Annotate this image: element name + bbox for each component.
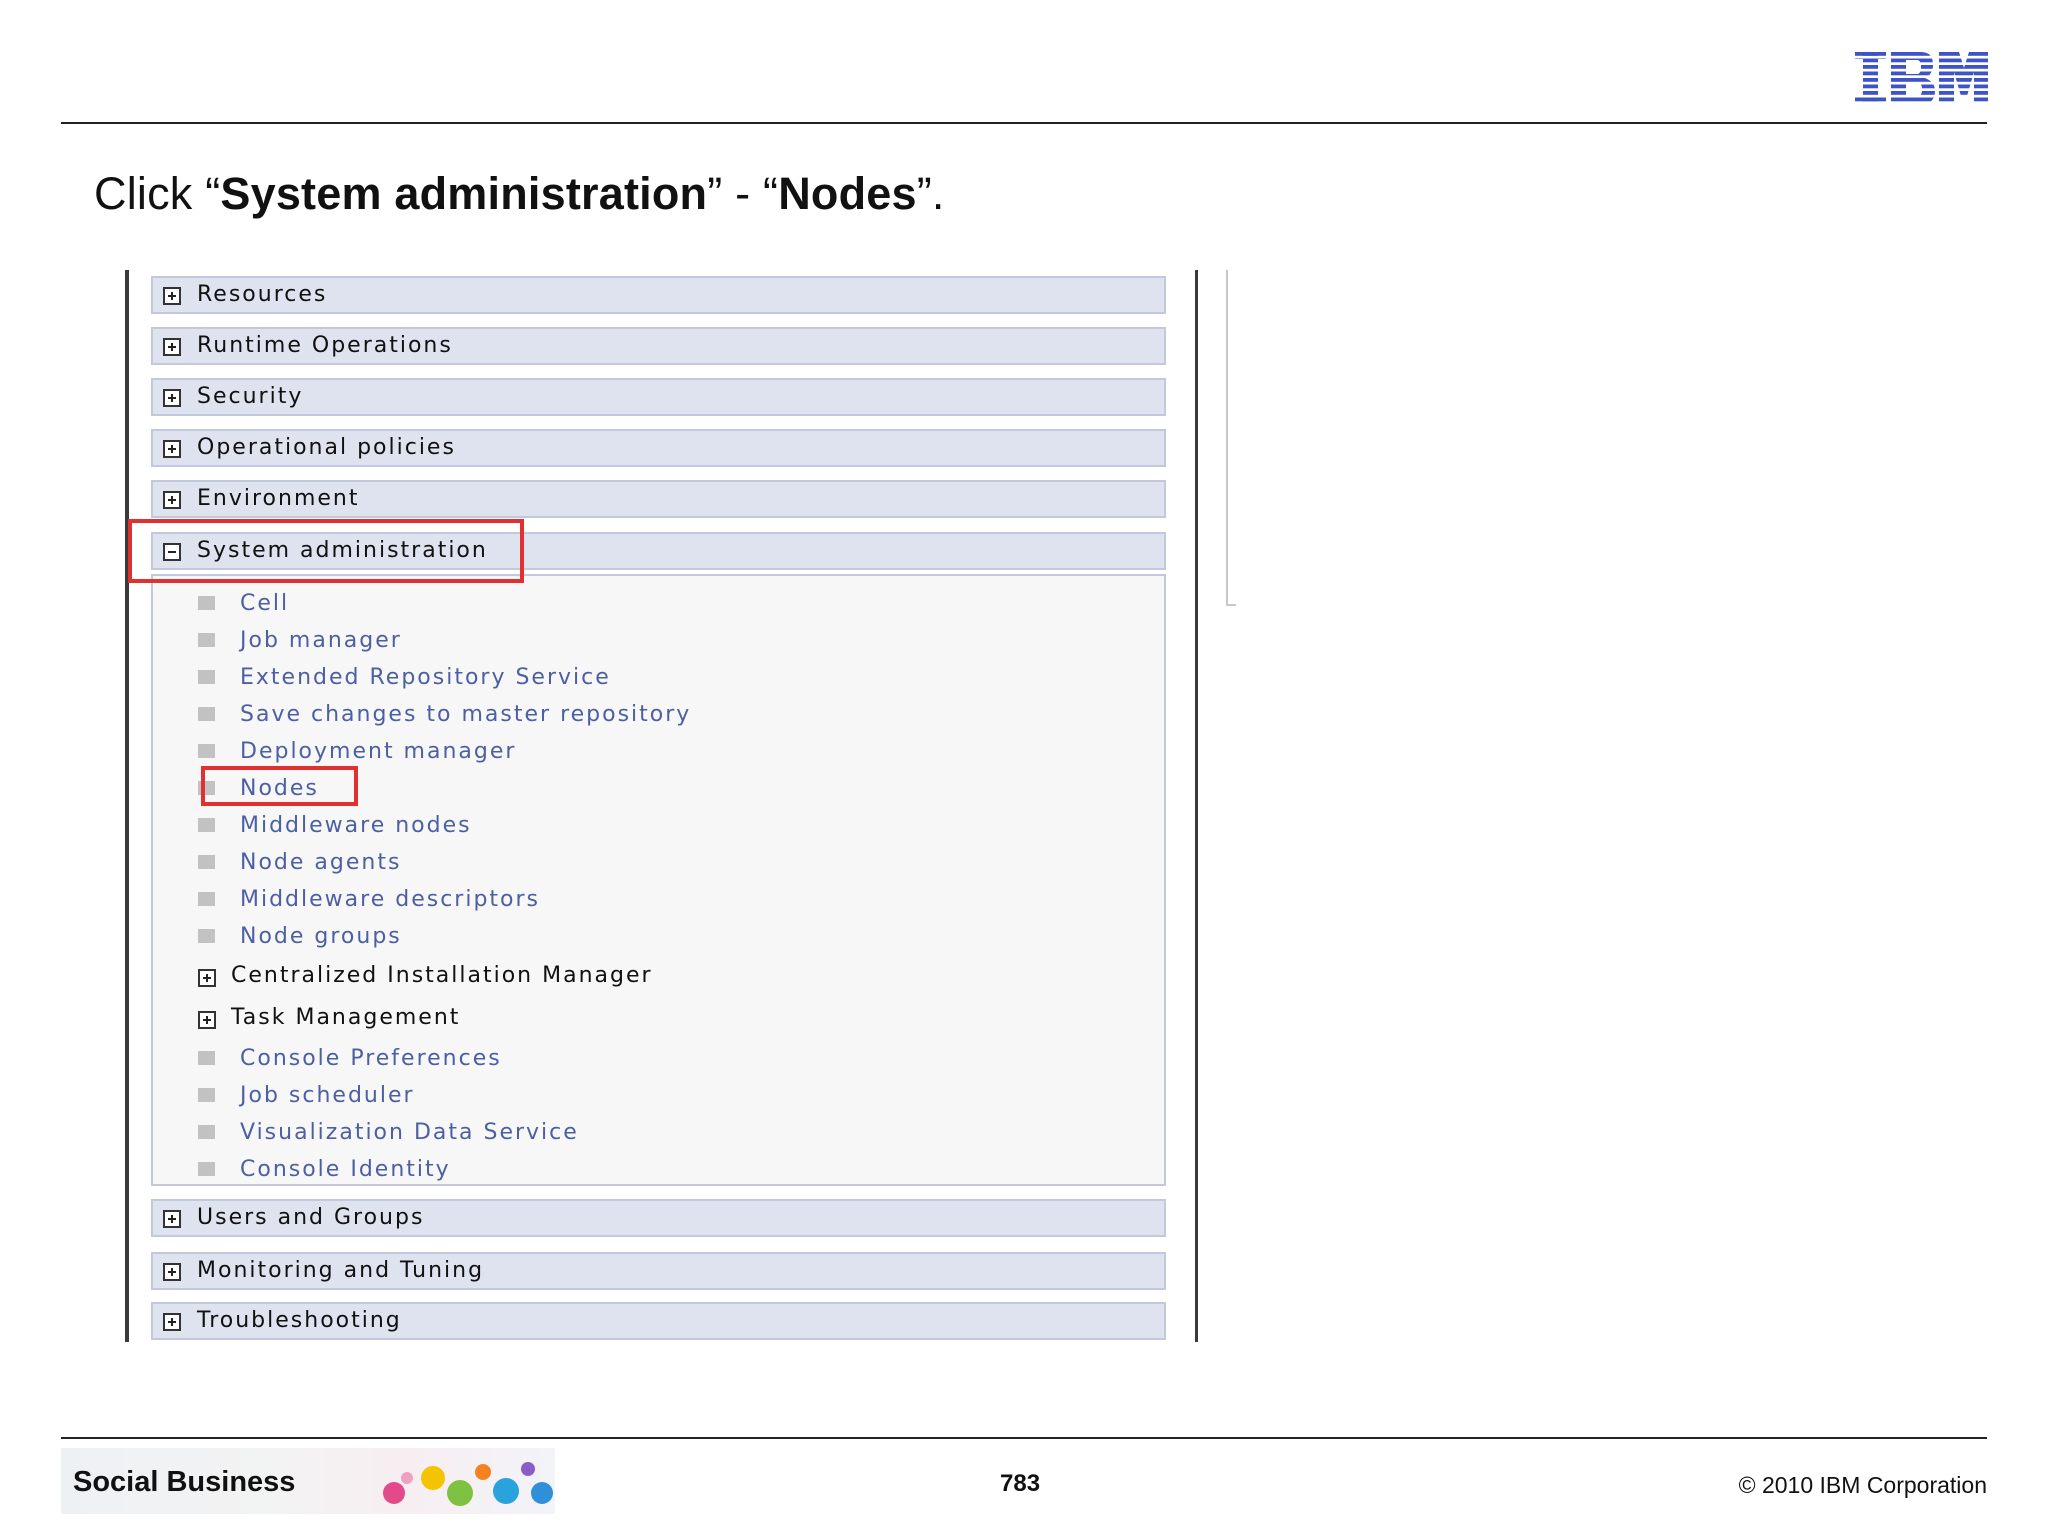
nav-link-label[interactable]: Save changes to master repository	[240, 700, 691, 730]
bullet-icon	[198, 929, 215, 943]
nav-section-label: Users and Groups	[197, 1205, 425, 1230]
bullet-icon	[198, 892, 215, 906]
nav-section-label: Monitoring and Tuning	[197, 1258, 485, 1283]
nav-link-label[interactable]: Cell	[240, 589, 289, 619]
page-number: 783	[1000, 1470, 1041, 1497]
nav-link-label[interactable]: Job manager	[240, 626, 402, 656]
scrollbar-end	[1226, 604, 1236, 606]
nav-section-resources[interactable]: Resources	[151, 276, 1166, 314]
decor-dot	[401, 1472, 413, 1484]
nav-group-label: Task Management	[231, 1005, 461, 1030]
decor-dot	[521, 1462, 535, 1476]
bullet-icon	[198, 633, 215, 647]
bullet-icon	[198, 818, 215, 832]
highlight-system-administration	[128, 519, 524, 583]
nav-section-security[interactable]: Security	[151, 378, 1166, 416]
nav-section-monitoring-and-tuning[interactable]: Monitoring and Tuning	[151, 1252, 1166, 1290]
nav-section-troubleshooting[interactable]: Troubleshooting	[151, 1302, 1166, 1340]
nav-section-label: Environment	[197, 486, 360, 511]
nav-section-operational-policies[interactable]: Operational policies	[151, 429, 1166, 467]
header-rule	[61, 122, 1987, 124]
bullet-icon	[198, 1051, 215, 1065]
social-business-banner: Social Business	[61, 1448, 555, 1514]
people-icon	[493, 1478, 519, 1504]
bullet-icon	[198, 855, 215, 869]
bullet-icon	[198, 1088, 215, 1102]
expand-plus-icon[interactable]	[163, 440, 181, 458]
footer-rule	[61, 1437, 1987, 1439]
bullet-icon	[198, 596, 215, 610]
expand-plus-icon[interactable]	[163, 491, 181, 509]
bullet-icon	[198, 670, 215, 684]
nav-link-label[interactable]: Node groups	[240, 922, 402, 952]
nav-link-label[interactable]: Console Preferences	[240, 1044, 502, 1074]
console-navigation-screenshot: Resources Runtime Operations Security Op…	[125, 270, 1240, 1342]
nav-link-label[interactable]: Console Identity	[240, 1155, 451, 1185]
brand-name: Social Business	[73, 1466, 296, 1498]
people-icon	[447, 1480, 473, 1506]
decor-dot	[475, 1464, 491, 1480]
expand-plus-icon[interactable]	[163, 1263, 181, 1281]
scrollbar-track[interactable]	[1226, 270, 1228, 606]
nav-section-label: Security	[197, 384, 304, 409]
bullet-icon	[198, 1125, 215, 1139]
nav-link-label[interactable]: Job scheduler	[240, 1081, 415, 1111]
nav-link-label[interactable]: Middleware descriptors	[240, 885, 540, 915]
nav-link-label[interactable]: Extended Repository Service	[240, 663, 611, 693]
highlight-nodes	[201, 766, 358, 806]
people-icon	[531, 1482, 553, 1504]
nav-section-environment[interactable]: Environment	[151, 480, 1166, 518]
bullet-icon	[198, 707, 215, 721]
ibm-logo	[1855, 52, 1988, 104]
expand-plus-icon[interactable]	[163, 287, 181, 305]
expand-plus-icon[interactable]	[198, 1011, 216, 1029]
nav-section-runtime-operations[interactable]: Runtime Operations	[151, 327, 1166, 365]
frame-left-border	[125, 270, 129, 1342]
frame-right-border	[1195, 270, 1198, 1342]
bullet-icon	[198, 744, 215, 758]
expand-plus-icon[interactable]	[163, 1210, 181, 1228]
nav-section-label: Runtime Operations	[197, 333, 453, 358]
nav-section-label: Operational policies	[197, 435, 456, 460]
nav-section-label: Troubleshooting	[197, 1308, 402, 1333]
nav-link-label[interactable]: Deployment manager	[240, 737, 516, 767]
copyright-text: © 2010 IBM Corporation	[1738, 1472, 1987, 1498]
bullet-icon	[198, 1162, 215, 1176]
people-icon	[421, 1466, 445, 1490]
nav-link-label[interactable]: Middleware nodes	[240, 811, 472, 841]
nav-link-label[interactable]: Visualization Data Service	[240, 1118, 579, 1148]
nav-group-label: Centralized Installation Manager	[231, 963, 653, 988]
nav-section-label: Resources	[197, 282, 328, 307]
nav-link-label[interactable]: Node agents	[240, 848, 401, 878]
expand-plus-icon[interactable]	[163, 338, 181, 356]
people-icon	[383, 1482, 405, 1504]
expand-plus-icon[interactable]	[163, 1313, 181, 1331]
instruction-text: Click “System administration” - “Nodes”.	[94, 168, 945, 219]
expand-plus-icon[interactable]	[198, 969, 216, 987]
expand-plus-icon[interactable]	[163, 389, 181, 407]
nav-section-users-and-groups[interactable]: Users and Groups	[151, 1199, 1166, 1237]
